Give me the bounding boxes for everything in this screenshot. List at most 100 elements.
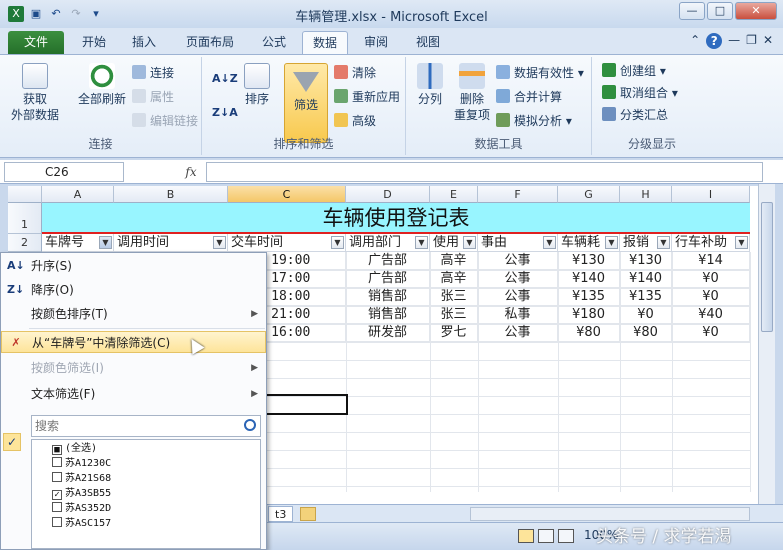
row-header-2[interactable]: 2 <box>8 234 42 252</box>
col-header-c[interactable]: C <box>228 186 346 203</box>
cell-reason[interactable]: 公事 <box>478 324 558 342</box>
cell-cost[interactable]: ¥80 <box>558 324 620 342</box>
doc-restore-icon[interactable]: ❐ <box>746 33 757 49</box>
ribbon-minimize-icon[interactable]: ⌃ <box>690 33 700 49</box>
menu-clear-filter[interactable]: ✗ 从“车牌号”中清除筛选(C) <box>1 331 266 353</box>
doc-minimize-icon[interactable]: — <box>728 33 740 49</box>
col-header-f[interactable]: F <box>478 186 558 203</box>
vertical-scrollbar[interactable] <box>758 184 775 506</box>
cell-dept[interactable]: 广告部 <box>346 270 430 288</box>
edit-links-button[interactable]: 编辑链接 <box>132 111 198 131</box>
cell-reimburse[interactable]: ¥130 <box>620 252 672 270</box>
clear-button[interactable]: 清除 <box>334 63 376 83</box>
minimize-button[interactable]: — <box>679 2 705 20</box>
filter-option[interactable]: 苏ASC157 <box>52 517 111 531</box>
filter-dropdown-allowance-icon[interactable]: ▼ <box>735 236 748 249</box>
name-box[interactable]: C26 <box>4 162 124 182</box>
filter-dropdown-dept-icon[interactable]: ▼ <box>415 236 428 249</box>
cell-reimburse[interactable]: ¥140 <box>620 270 672 288</box>
filter-dropdown-return-time-icon[interactable]: ▼ <box>331 236 344 249</box>
reapply-button[interactable]: 重新应用 <box>334 87 400 107</box>
filter-button[interactable]: 筛选 <box>284 63 328 143</box>
cell-dept[interactable]: 广告部 <box>346 252 430 270</box>
help-icon[interactable]: ? <box>706 33 723 49</box>
col-header-i[interactable]: I <box>672 186 750 203</box>
filter-option[interactable]: ✓ 苏A3SB55 <box>52 487 111 501</box>
filter-dropdown-call-time-icon[interactable]: ▼ <box>213 236 226 249</box>
cell-dept[interactable]: 销售部 <box>346 306 430 324</box>
advanced-button[interactable]: 高级 <box>334 111 376 131</box>
cell-dept[interactable]: 研发部 <box>346 324 430 342</box>
close-button[interactable]: ✕ <box>735 2 777 20</box>
filter-dropdown-plate-icon[interactable]: ▼ <box>99 236 112 249</box>
filter-option[interactable]: ■ (全选) <box>52 442 97 456</box>
cell-user[interactable]: 高辛 <box>430 252 478 270</box>
tab-data[interactable]: 数据 <box>302 31 348 54</box>
menu-sort-descending[interactable]: Z↓ 降序(O) <box>1 279 266 301</box>
filter-option[interactable]: 苏A21S68 <box>52 472 111 486</box>
remove-duplicates-button[interactable]: 删除 重复项 <box>452 63 492 123</box>
col-header-b[interactable]: B <box>114 186 228 203</box>
cell-reimburse[interactable]: ¥0 <box>620 306 672 324</box>
cell-reimburse[interactable]: ¥135 <box>620 288 672 306</box>
filter-search-input[interactable]: 搜索 <box>31 415 261 437</box>
cell-user[interactable]: 高辛 <box>430 270 478 288</box>
col-header-d[interactable]: D <box>346 186 430 203</box>
page-layout-view-icon[interactable] <box>538 529 554 543</box>
menu-text-filters[interactable]: 文本筛选(F) ▶ <box>1 383 266 405</box>
properties-button[interactable]: 属性 <box>132 87 174 107</box>
tab-view[interactable]: 视图 <box>408 31 448 54</box>
tab-review[interactable]: 审阅 <box>356 31 396 54</box>
cell-dept[interactable]: 销售部 <box>346 288 430 306</box>
filter-option[interactable]: 苏AS352D <box>52 502 111 516</box>
horizontal-scrollbar[interactable] <box>470 507 750 521</box>
tab-insert[interactable]: 插入 <box>124 31 164 54</box>
menu-filter-by-color[interactable]: 按颜色筛选(I) ▶ <box>1 357 266 379</box>
tab-file[interactable]: 文件 <box>8 31 64 54</box>
cell-reason[interactable]: 公事 <box>478 288 558 306</box>
doc-close-icon[interactable]: ✕ <box>763 33 773 49</box>
connections-button[interactable]: 连接 <box>132 63 174 83</box>
menu-sort-ascending[interactable]: A↓ 升序(S) <box>1 255 266 277</box>
cell-allowance[interactable]: ¥40 <box>672 306 750 324</box>
col-header-a[interactable]: A <box>42 186 114 203</box>
page-break-view-icon[interactable] <box>558 529 574 543</box>
text-to-columns-button[interactable]: 分列 <box>412 63 448 107</box>
sheet-tab[interactable]: t3 <box>268 506 294 522</box>
sort-a-z-icon[interactable]: A↓Z <box>212 69 238 89</box>
refresh-all-button[interactable]: 全部刷新 <box>74 63 130 107</box>
cell-reason[interactable]: 公事 <box>478 270 558 288</box>
cell-reason[interactable]: 私事 <box>478 306 558 324</box>
select-all-corner[interactable] <box>8 186 42 203</box>
cell-cost[interactable]: ¥135 <box>558 288 620 306</box>
cell-cost[interactable]: ¥180 <box>558 306 620 324</box>
cell-user[interactable]: 罗七 <box>430 324 478 342</box>
filter-dropdown-user-icon[interactable]: ▼ <box>463 236 476 249</box>
cell-user[interactable]: 张三 <box>430 288 478 306</box>
row-header-1[interactable]: 1 <box>8 203 42 234</box>
normal-view-icon[interactable] <box>518 529 534 543</box>
filter-dropdown-reimburse-icon[interactable]: ▼ <box>657 236 670 249</box>
filter-option[interactable]: 苏A1230C <box>52 457 111 471</box>
cell-allowance[interactable]: ¥0 <box>672 324 750 342</box>
sort-button[interactable]: 排序 <box>240 63 274 107</box>
cell-reimburse[interactable]: ¥80 <box>620 324 672 342</box>
insert-function-icon[interactable]: fx <box>176 162 206 182</box>
col-header-g[interactable]: G <box>558 186 620 203</box>
consolidate-button[interactable]: 合并计算 <box>496 87 562 107</box>
cell-reason[interactable]: 公事 <box>478 252 558 270</box>
formula-input[interactable] <box>206 162 763 182</box>
cell-cost[interactable]: ¥130 <box>558 252 620 270</box>
filter-dropdown-cost-icon[interactable]: ▼ <box>605 236 618 249</box>
tab-home[interactable]: 开始 <box>74 31 114 54</box>
subtotal-button[interactable]: 分类汇总 <box>602 105 668 125</box>
insert-sheet-icon[interactable] <box>300 507 316 521</box>
cell-allowance[interactable]: ¥14 <box>672 252 750 270</box>
cell-user[interactable]: 张三 <box>430 306 478 324</box>
col-header-h[interactable]: H <box>620 186 672 203</box>
tab-page-layout[interactable]: 页面布局 <box>178 31 242 54</box>
scrollbar-thumb[interactable] <box>761 202 773 332</box>
sort-z-a-icon[interactable]: Z↓A <box>212 103 238 123</box>
ungroup-button[interactable]: 取消组合 ▾ <box>602 83 678 103</box>
maximize-button[interactable]: □ <box>707 2 733 20</box>
